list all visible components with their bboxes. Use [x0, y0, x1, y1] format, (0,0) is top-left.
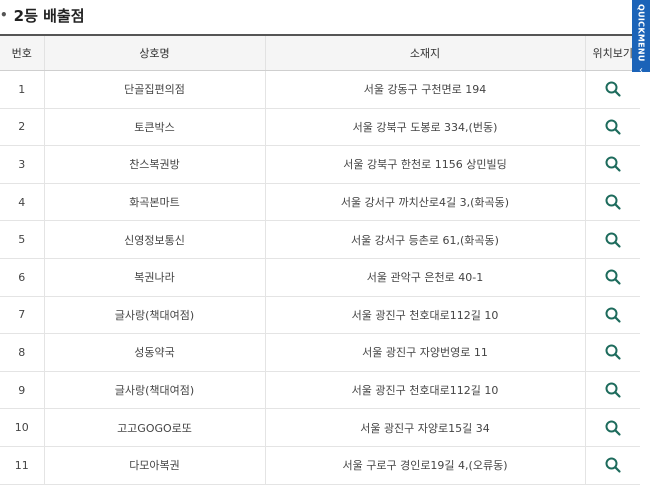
search-icon[interactable] — [604, 419, 622, 437]
row-number: 7 — [0, 296, 44, 335]
row-address: 서울 구로구 경인로19길 4,(오류동) — [264, 446, 585, 485]
row-location-cell — [584, 70, 640, 109]
row-store-name: 화곡본마트 — [43, 183, 265, 222]
row-location-cell — [584, 408, 640, 447]
row-number: 8 — [0, 333, 44, 372]
row-number: 9 — [0, 371, 44, 410]
row-address: 서울 강서구 등촌로 61,(화곡동) — [264, 220, 585, 259]
header-number: 번호 — [0, 34, 44, 71]
row-store-name: 복권나라 — [43, 258, 265, 297]
row-location-cell — [584, 258, 640, 297]
row-location-cell — [584, 183, 640, 222]
row-number: 1 — [0, 70, 44, 109]
row-location-cell — [584, 145, 640, 184]
header-store-name: 상호명 — [43, 34, 265, 71]
table-row: 4 화곡본마트 서울 강서구 까치산로4길 3,(화곡동) — [0, 183, 640, 222]
search-icon[interactable] — [604, 306, 622, 324]
row-number: 3 — [0, 145, 44, 184]
table-overflow-mask — [0, 486, 640, 492]
section-title-text: 2등 배출점 — [13, 6, 85, 25]
row-address: 서울 강북구 한천로 1156 상민빌딩 — [264, 145, 585, 184]
row-number: 2 — [0, 108, 44, 147]
search-icon[interactable] — [604, 231, 622, 249]
table-header-row: 번호 상호명 소재지 위치보기 — [0, 34, 640, 71]
search-icon[interactable] — [604, 268, 622, 286]
row-store-name: 성동약국 — [43, 333, 265, 372]
header-address: 소재지 — [264, 34, 585, 71]
table-row: 8 성동약국 서울 광진구 자양번영로 11 — [0, 333, 640, 372]
table-row: 1 단골집편의점 서울 강동구 구천면로 194 — [0, 70, 640, 109]
table-row: 9 글사랑(책대여점) 서울 광진구 천호대로112길 10 — [0, 371, 640, 410]
row-number: 5 — [0, 220, 44, 259]
table-row: 3 찬스복권방 서울 강북구 한천로 1156 상민빌딩 — [0, 145, 640, 184]
row-location-cell — [584, 220, 640, 259]
row-location-cell — [584, 446, 640, 485]
row-store-name: 신영정보통신 — [43, 220, 265, 259]
row-location-cell — [584, 371, 640, 410]
row-address: 서울 관악구 은천로 40-1 — [264, 258, 585, 297]
quickmenu-label: QUICKMENU — [636, 4, 646, 62]
row-number: 10 — [0, 408, 44, 447]
row-store-name: 글사랑(책대여점) — [43, 296, 265, 335]
row-store-name: 단골집편의점 — [43, 70, 265, 109]
row-address: 서울 광진구 천호대로112길 10 — [264, 296, 585, 335]
row-address: 서울 광진구 천호대로112길 10 — [264, 371, 585, 410]
table-row: 11 다모아복권 서울 구로구 경인로19길 4,(오류동) — [0, 446, 640, 485]
table-row: 6 복권나라 서울 관악구 은천로 40-1 — [0, 258, 640, 297]
table-row: 2 토큰박스 서울 강북구 도봉로 334,(번동) — [0, 108, 640, 147]
row-location-cell — [584, 108, 640, 147]
search-icon[interactable] — [604, 381, 622, 399]
search-icon[interactable] — [604, 193, 622, 211]
row-store-name: 다모아복권 — [43, 446, 265, 485]
row-address: 서울 광진구 자양번영로 11 — [264, 333, 585, 372]
search-icon[interactable] — [604, 155, 622, 173]
section-title: • 2등 배출점 — [0, 0, 640, 30]
chevron-left-icon: ‹ — [639, 64, 643, 76]
search-icon[interactable] — [604, 80, 622, 98]
bullet-icon: • — [0, 8, 8, 22]
row-address: 서울 강북구 도봉로 334,(번동) — [264, 108, 585, 147]
search-icon[interactable] — [604, 343, 622, 361]
row-number: 6 — [0, 258, 44, 297]
search-icon[interactable] — [604, 456, 622, 474]
row-address: 서울 강동구 구천면로 194 — [264, 70, 585, 109]
table-row: 7 글사랑(책대여점) 서울 광진구 천호대로112길 10 — [0, 296, 640, 335]
row-store-name: 글사랑(책대여점) — [43, 371, 265, 410]
table-row: 5 신영정보통신 서울 강서구 등촌로 61,(화곡동) — [0, 220, 640, 259]
quickmenu-button[interactable]: QUICKMENU ‹ — [632, 0, 650, 76]
row-number: 4 — [0, 183, 44, 222]
row-store-name: 찬스복권방 — [43, 145, 265, 184]
winning-stores-table: 번호 상호명 소재지 위치보기 1 단골집편의점 서울 강동구 구천면로 194 2 토… — [0, 34, 640, 485]
table-row: 10 고고GOGO로또 서울 광진구 자양로15길 34 — [0, 408, 640, 447]
row-location-cell — [584, 333, 640, 372]
row-store-name: 고고GOGO로또 — [43, 408, 265, 447]
row-address: 서울 광진구 자양로15길 34 — [264, 408, 585, 447]
row-number: 11 — [0, 446, 44, 485]
row-store-name: 토큰박스 — [43, 108, 265, 147]
row-location-cell — [584, 296, 640, 335]
search-icon[interactable] — [604, 118, 622, 136]
row-address: 서울 강서구 까치산로4길 3,(화곡동) — [264, 183, 585, 222]
